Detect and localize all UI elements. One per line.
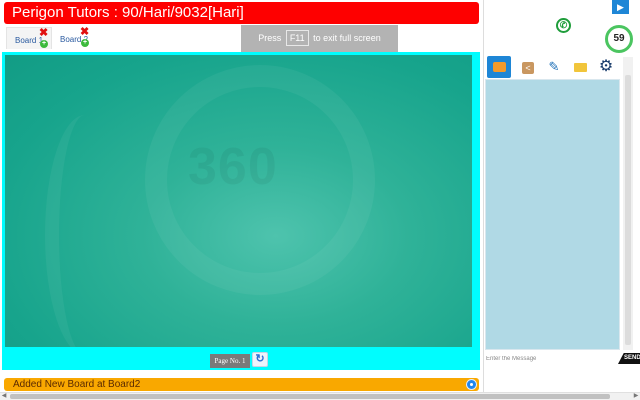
horizontal-scrollbar[interactable]: ◀ ▶ bbox=[0, 392, 640, 400]
share-tool-button[interactable]: < bbox=[516, 56, 540, 78]
chat-scrollbar-thumb[interactable] bbox=[625, 75, 631, 345]
scroll-left-icon[interactable]: ◀ bbox=[0, 393, 8, 400]
scroll-right-icon[interactable]: ▶ bbox=[632, 393, 640, 400]
app-root: Perigon Tutors : 90/Hari/9032[Hari] Boar… bbox=[0, 0, 640, 400]
watermark-arc bbox=[45, 115, 125, 347]
settings-tool-button[interactable]: ⚙ bbox=[594, 56, 618, 78]
board-frame: 360 Page No. 1 ↻ bbox=[2, 52, 480, 370]
horizontal-scrollbar-thumb[interactable] bbox=[10, 394, 610, 399]
folder-tool-button[interactable] bbox=[568, 56, 592, 78]
gear-icon: ⚙ bbox=[598, 58, 614, 75]
add-icon[interactable]: + bbox=[40, 40, 48, 48]
tab-board-2[interactable]: Board 2 ✖ + bbox=[52, 27, 98, 49]
chat-icon bbox=[492, 62, 506, 72]
chat-messages[interactable] bbox=[485, 79, 620, 350]
collapse-panel-icon[interactable]: ▶ bbox=[612, 0, 629, 14]
right-panel: ▶ ✆ 59 < ✎ ⚙ SEND bbox=[483, 0, 640, 392]
fullscreen-notice-prefix: Press bbox=[258, 33, 282, 43]
session-timer: 59 bbox=[605, 25, 633, 53]
f11-key: F11 bbox=[285, 30, 309, 46]
status-message: Added New Board at Board2 bbox=[13, 379, 141, 390]
close-icon[interactable]: ✖ bbox=[80, 27, 89, 38]
page-number-label: Page No. 1 bbox=[210, 354, 250, 368]
send-button[interactable]: SEND bbox=[618, 353, 640, 364]
chat-scrollbar[interactable] bbox=[623, 57, 633, 350]
status-message-bar: Added New Board at Board2 bbox=[4, 378, 479, 391]
tab-board-1[interactable]: Board 1 ✖ + bbox=[6, 27, 52, 49]
add-icon[interactable]: + bbox=[81, 39, 89, 47]
refresh-button[interactable]: ↻ bbox=[252, 352, 268, 367]
page-title: Perigon Tutors : 90/Hari/9032[Hari] bbox=[4, 2, 479, 24]
info-icon[interactable] bbox=[466, 379, 477, 390]
message-input[interactable] bbox=[484, 353, 616, 365]
attach-tool-button[interactable]: ✎ bbox=[542, 56, 566, 78]
watermark-logo: 360 bbox=[188, 138, 278, 196]
close-icon[interactable]: ✖ bbox=[39, 28, 48, 39]
tool-tabs: < ✎ ⚙ bbox=[486, 56, 622, 78]
whiteboard-canvas[interactable]: 360 bbox=[5, 55, 472, 347]
share-icon: < bbox=[522, 62, 534, 74]
fullscreen-notice: Press F11 to exit full screen bbox=[241, 25, 398, 52]
chat-tool-button[interactable] bbox=[487, 56, 511, 78]
fullscreen-notice-suffix: to exit full screen bbox=[313, 33, 381, 43]
folder-icon bbox=[573, 63, 587, 72]
phone-icon[interactable]: ✆ bbox=[556, 18, 571, 33]
attach-icon: ✎ bbox=[548, 59, 560, 74]
